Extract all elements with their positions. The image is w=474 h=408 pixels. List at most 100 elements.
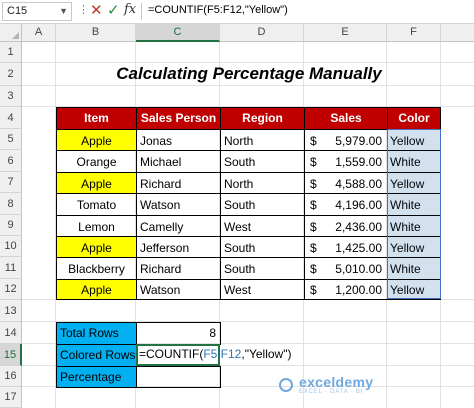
region-cell[interactable]: North [220,129,305,151]
currency-symbol: $ [310,177,317,191]
sales-cell[interactable]: $1,425.00 [304,236,388,258]
formula-range-ref: F5:F12 [203,347,242,361]
row-header-3[interactable]: 3 [0,86,22,107]
region-cell[interactable]: South [220,193,305,216]
row-header-10[interactable]: 10 [0,236,22,257]
row-header-4[interactable]: 4 [0,107,22,129]
sales-amount: 1,559.00 [335,155,382,169]
region-cell[interactable]: North [220,172,305,194]
chevron-down-icon[interactable]: ▼ [59,3,68,20]
watermark-tagline: EXCEL · DATA · BI [299,389,364,395]
item-cell[interactable]: Lemon [56,215,137,237]
formula-bar-divider [141,3,142,20]
sales-person-cell[interactable]: Richard [136,172,221,194]
column-header-f[interactable]: F [387,24,441,42]
sales-cell[interactable]: $5,010.00 [304,257,388,280]
row-header-2[interactable]: 2 [0,63,22,86]
item-cell[interactable]: Apple [56,129,137,151]
select-all-icon [12,32,19,39]
currency-symbol: $ [310,134,317,148]
formula-input[interactable]: =COUNTIF(F5:F12,"Yellow") [148,4,288,16]
enter-check-icon[interactable]: ✓ [107,1,120,19]
item-cell[interactable]: Tomato [56,193,137,216]
formula-prefix: =COUNTIF( [139,347,204,361]
sales-person-cell[interactable]: Watson [136,279,221,300]
sales-cell[interactable]: $5,979.00 [304,129,388,151]
header-region[interactable]: Region [220,107,305,130]
item-cell[interactable]: Apple [56,172,137,194]
header-item[interactable]: Item [56,107,137,130]
row-header-8[interactable]: 8 [0,193,22,215]
item-cell[interactable]: Apple [56,279,137,300]
currency-symbol: $ [310,262,317,276]
cancel-icon[interactable]: ✕ [90,1,103,19]
sales-person-cell[interactable]: Jefferson [136,236,221,258]
name-box-value: C15 [7,5,28,17]
row-header-17[interactable]: 17 [0,387,22,408]
region-cell[interactable]: South [220,257,305,280]
row-header-1[interactable]: 1 [0,42,22,63]
sales-cell[interactable]: $4,588.00 [304,172,388,194]
sales-person-cell[interactable]: Jonas [136,129,221,151]
row-header-11[interactable]: 11 [0,257,22,279]
row-header-6[interactable]: 6 [0,150,22,172]
currency-symbol: $ [310,155,317,169]
formula-bar: C15 ▼ ⋮ ✕ ✓ fx =COUNTIF(F5:F12,"Yellow") [0,0,474,24]
item-cell[interactable]: Blackberry [56,257,137,280]
region-cell[interactable]: West [220,215,305,237]
percentage-label[interactable]: Percentage [56,366,137,388]
row-header-5[interactable]: 5 [0,129,22,150]
sales-cell[interactable]: $2,436.00 [304,215,388,237]
row-header-14[interactable]: 14 [0,322,22,344]
region-cell[interactable]: West [220,279,305,300]
total-rows-label[interactable]: Total Rows [56,322,137,345]
watermark-brand: exceldemy [299,374,374,390]
row-header-15[interactable]: 15 [0,344,22,366]
header-sales-person[interactable]: Sales Person [136,107,221,130]
sales-amount: 5,010.00 [335,262,382,276]
region-cell[interactable]: South [220,150,305,173]
sales-person-cell[interactable]: Camelly [136,215,221,237]
header-color[interactable]: Color [387,107,441,130]
currency-symbol: $ [310,241,317,255]
column-header-c[interactable]: C [136,24,220,42]
sales-person-cell[interactable]: Michael [136,150,221,173]
sales-cell[interactable]: $1,559.00 [304,150,388,173]
column-header-g[interactable] [441,24,474,42]
region-cell[interactable]: South [220,236,305,258]
sales-amount: 5,979.00 [335,134,382,148]
column-header-a[interactable]: A [22,24,56,42]
column-header-b[interactable]: B [56,24,136,42]
select-all-corner[interactable] [0,24,22,42]
row-header-13[interactable]: 13 [0,300,22,322]
selected-range-f5-f12 [387,129,441,299]
row-header-9[interactable]: 9 [0,215,22,236]
sales-person-cell[interactable]: Watson [136,193,221,216]
sales-person-cell[interactable]: Richard [136,257,221,280]
column-header-e[interactable]: E [304,24,387,42]
formula-suffix: ,"Yellow") [241,347,292,361]
currency-symbol: $ [310,283,317,297]
item-cell[interactable]: Orange [56,150,137,173]
item-cell[interactable]: Apple [56,236,137,258]
percentage-value[interactable] [136,366,221,388]
row-header-16[interactable]: 16 [0,366,22,387]
sales-amount: 4,588.00 [335,177,382,191]
sales-cell[interactable]: $1,200.00 [304,279,388,300]
insert-function-icon[interactable]: fx [124,2,136,17]
exceldemy-logo-icon [279,378,293,392]
more-options-icon[interactable]: ⋮ [78,3,89,16]
row-header-12[interactable]: 12 [0,279,22,300]
sales-amount: 1,425.00 [335,241,382,255]
column-header-d[interactable]: D [220,24,304,42]
header-sales[interactable]: Sales [304,107,388,130]
colored-rows-label[interactable]: Colored Rows [56,344,137,367]
total-rows-value[interactable]: 8 [136,322,221,345]
row-header-7[interactable]: 7 [0,172,22,193]
name-box[interactable]: C15 ▼ [2,2,72,21]
sales-amount: 1,200.00 [335,283,382,297]
sales-cell[interactable]: $4,196.00 [304,193,388,216]
colored-rows-formula[interactable]: =COUNTIF(F5:F12,"Yellow") [139,344,319,366]
sales-amount: 4,196.00 [335,198,382,212]
currency-symbol: $ [310,220,317,234]
